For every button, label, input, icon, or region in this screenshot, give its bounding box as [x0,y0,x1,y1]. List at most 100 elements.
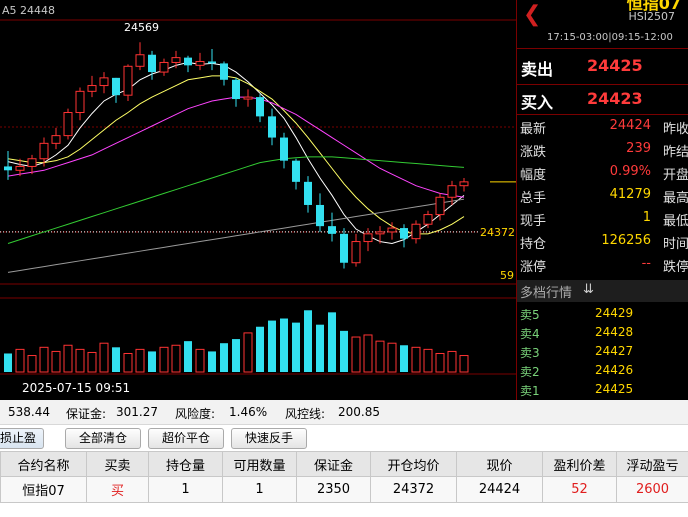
depth-row[interactable]: 卖4 24428 [517,323,688,342]
volume-bar [39,346,49,373]
close-all-button[interactable]: 全部清仓 [65,428,141,449]
stat-label: 涨停 [520,260,547,275]
super-close-button[interactable]: 超价平仓 [148,428,224,449]
depth-price: 24425 [595,382,634,396]
stat-label: 幅度 [520,168,547,183]
column-header[interactable]: 持仓量 [148,451,223,477]
sell-price[interactable]: 24425 [587,56,643,75]
volume-bar [27,355,37,373]
cell-diff: 52 [542,476,617,503]
candle-body [195,60,205,66]
stat-right-label: 最高 [663,191,688,206]
candle-body [208,61,216,64]
candle-body [435,196,445,216]
cell-pnl: 2600 [616,476,688,503]
stat-row: 涨停 -- 跌停 [517,253,688,276]
volume-bar [280,318,288,372]
cell-avail: 1 [222,476,297,503]
volume-bar [400,345,408,372]
quick-reverse-button[interactable]: 快速反手 [231,428,307,449]
column-header[interactable]: 开仓均价 [370,451,457,477]
stat-right-label: 跌停 [663,260,688,275]
stat-label: 总手 [520,191,547,206]
volume-bar [99,342,109,373]
candle-body [459,181,469,187]
table-header: 合约名称 买卖 持仓量 可用数量 保证金 开仓均价 现价 盈利价差 浮动盈亏 [0,451,688,477]
column-header[interactable]: 合约名称 [0,451,87,477]
candle-body [292,160,300,182]
volume-bar [447,350,457,373]
depth-label: 卖2 [520,365,540,379]
depth-row[interactable]: 卖2 24426 [517,361,688,380]
ma-line-ma120 [7,198,465,273]
depth-header[interactable]: 多档行情 ⇊ [517,280,688,302]
high-price-label: 24569 [124,21,159,34]
candle-body [112,77,120,96]
candle-body [220,63,228,80]
candle-body [268,116,276,138]
stat-value: 41279 [609,187,651,202]
column-header[interactable]: 保证金 [296,451,371,477]
volume-bar [171,344,181,373]
volume-bar [15,348,25,373]
candle-body [351,241,361,264]
candle-body [328,226,336,234]
sell-label: 卖出 [521,60,554,79]
volume-bar [375,340,385,373]
candle-body [340,233,348,263]
column-header[interactable]: 现价 [456,451,543,477]
risk-value: 1.46% [229,405,268,419]
volume-bar [159,346,169,373]
column-header[interactable]: 可用数量 [222,451,297,477]
candle-body [256,97,264,117]
account-bar: 538.44 保证金: 301.27 风险度: 1.46% 风控线: 200.8… [0,400,688,425]
volume-bar [243,332,253,373]
volume-bar [435,352,445,373]
candle-body [316,204,324,227]
margin-value: 301.27 [116,405,158,419]
stat-row: 总手 41279 最高 [517,184,688,207]
stat-value: 0.99% [609,164,651,179]
volume-bar [340,330,348,372]
indicator-label: A5 24448 [2,4,55,17]
depth-row[interactable]: 卖5 24429 [517,304,688,323]
candle-body [171,57,181,63]
column-header[interactable]: 浮动盈亏 [616,451,688,477]
table-row[interactable]: 恒指07 买 1 1 2350 24372 24424 52 2600 [0,476,688,503]
volume-bar [135,348,145,373]
session-time: 17:15-03:00|09:15-12:00 [547,32,673,43]
stat-right-label: 开盘 [663,168,688,183]
stat-label: 持仓 [520,237,547,252]
volume-bar [51,350,61,373]
column-header[interactable]: 买卖 [86,451,149,477]
depth-row[interactable]: 卖3 24427 [517,342,688,361]
cost-price-label: 24372 [480,226,515,239]
double-chevron-down-icon: ⇊ [583,282,594,297]
volume-bar [328,312,336,372]
candle-body [387,227,397,233]
candle-body [411,223,421,240]
depth-price: 24426 [595,363,634,377]
stat-row: 现手 1 最低 [517,207,688,230]
volume-bar [268,320,276,372]
back-arrow-icon[interactable]: ❮ [523,2,541,28]
stat-row: 最新 24424 昨收 [517,115,688,138]
candle-body [51,135,61,144]
candle-body [75,90,85,114]
kline-chart[interactable]: A5 24448 24569 24372 59 2025-07-15 09:51 [0,0,516,400]
candle-body [243,96,253,100]
depth-label: 卖4 [520,327,540,341]
stat-value: 126256 [601,233,651,248]
buy-price[interactable]: 24423 [587,89,643,108]
candle-body [135,54,145,67]
cell-name: 恒指07 [0,476,87,503]
stop-loss-button[interactable]: 止损止盈 [0,428,44,449]
candle-body [400,228,408,239]
column-header[interactable]: 盈利价差 [542,451,617,477]
cell-side: 买 [86,476,149,503]
quote-panel: ❮ 恒指07 HSI2507 17:15-03:00|09:15-12:00 卖… [516,0,688,400]
volume-bar [112,347,120,372]
volume-bar [63,344,73,373]
depth-row[interactable]: 卖1 24425 [517,380,688,399]
margin-label: 保证金: [66,407,107,421]
